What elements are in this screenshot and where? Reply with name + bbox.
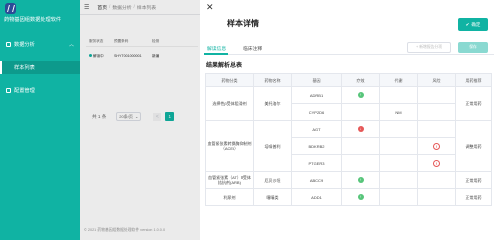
config-icon xyxy=(6,88,11,93)
table-header-row: 药物分类 药物名称 基因 疗效 代谢 风险 用药推荐 xyxy=(205,73,492,87)
recommendation-cell: 正常用药 xyxy=(455,171,492,189)
gene-cell: AGT xyxy=(291,120,342,138)
drug-category-cell: 血管紧张素（AT）Ⅱ受体拮抗剂(ARB) xyxy=(205,171,254,189)
efficacy-cell xyxy=(341,137,380,155)
column-header: 风险 xyxy=(417,73,456,87)
decrease-icon: ↓ xyxy=(357,126,364,132)
metabolism-cell xyxy=(379,154,418,172)
sidebar-item-label: 配置管理 xyxy=(14,88,35,94)
drug-category-cell: 利尿剂 xyxy=(205,188,254,206)
close-icon[interactable]: ✕ xyxy=(206,2,214,12)
sidebar-item-data-analysis[interactable]: 数据分析 ︿ xyxy=(0,38,80,51)
efficacy-cell: ↑ xyxy=(341,171,380,189)
app-logo-icon xyxy=(5,3,16,14)
save-button[interactable]: 保存 xyxy=(458,42,488,53)
column-header: 代谢 xyxy=(379,73,418,87)
column-header: 用药推荐 xyxy=(455,73,492,87)
increase-icon: ↑ xyxy=(357,194,364,200)
drug-name-cell: 培哚普利 xyxy=(253,120,292,172)
table-row: 利尿剂 噻嗪类 ADD1 ↑ 正常用药 xyxy=(205,188,492,206)
data-analysis-icon xyxy=(6,42,11,47)
metabolism-cell: NM xyxy=(379,103,418,121)
risk-cell xyxy=(417,103,456,121)
gene-cell: ADD1 xyxy=(291,188,342,206)
risk-cell: ! xyxy=(417,154,456,172)
check-icon: ✔ xyxy=(465,21,470,27)
drawer-overlay[interactable] xyxy=(80,0,200,240)
metabolism-cell xyxy=(379,188,418,206)
drug-category-cell: 血管紧张素转换酶抑制剂（ACEI） xyxy=(205,120,254,172)
result-table: 药物分类 药物名称 基因 疗效 代谢 风险 用药推荐 选择性β受体阻滞剂 美托洛… xyxy=(205,73,492,206)
confirm-button[interactable]: ✔ 确定 xyxy=(458,18,488,31)
efficacy-cell: ↑ xyxy=(341,188,380,206)
metabolism-cell xyxy=(379,86,418,104)
efficacy-cell: ↓ xyxy=(341,120,380,138)
active-tab-indicator xyxy=(204,53,228,55)
risk-cell xyxy=(417,120,456,138)
drug-name-cell: 噻嗪类 xyxy=(253,188,292,206)
tab-clinical[interactable]: 临床注释 xyxy=(243,45,262,52)
efficacy-cell: ↑ xyxy=(341,86,380,104)
confirm-label: 确定 xyxy=(471,21,481,27)
table-row: 血管紧张素（AT）Ⅱ受体拮抗剂(ARB) 厄贝沙坦 ABCC9 ↑ 正常用药 xyxy=(205,171,492,189)
warning-icon: ! xyxy=(433,159,440,167)
drug-category-cell: 选择性β受体阻滞剂 xyxy=(205,86,254,121)
metabolism-cell xyxy=(379,120,418,138)
metabolism-cell xyxy=(379,171,418,189)
recommendation-cell: 正常用药 xyxy=(455,188,492,206)
table-row: 选择性β受体阻滞剂 美托洛尔 ADRB1 ↑ 正常用药 xyxy=(205,86,492,121)
gene-cell: BDKRB2 xyxy=(291,137,342,155)
add-report-item-button[interactable]: + 新增报告分项 xyxy=(407,42,451,53)
gene-cell: ABCC9 xyxy=(291,171,342,189)
column-header: 基因 xyxy=(291,73,342,87)
chevron-up-icon: ︿ xyxy=(68,42,74,48)
column-header: 药物分类 xyxy=(205,73,254,87)
efficacy-cell xyxy=(341,154,380,172)
sidebar-item-label: 样本列表 xyxy=(14,65,35,71)
sidebar-item-label: 数据分析 xyxy=(14,42,35,48)
section-title: 结果解析总表 xyxy=(206,63,243,69)
warning-icon: ! xyxy=(433,142,440,150)
efficacy-cell xyxy=(341,103,380,121)
drug-name-cell: 厄贝沙坦 xyxy=(253,171,292,189)
app-title: 药物基因组数据处理软件 xyxy=(4,17,62,23)
gene-cell: PTGER3 xyxy=(291,154,342,172)
gene-cell: ADRB1 xyxy=(291,86,342,104)
column-header: 药物名称 xyxy=(253,73,292,87)
increase-icon: ↑ xyxy=(357,92,364,98)
recommendation-cell: 调整用药 xyxy=(455,120,492,172)
column-header: 疗效 xyxy=(341,73,380,87)
table-row: 血管紧张素转换酶抑制剂（ACEI） 培哚普利 AGT ↓ 调整用药 xyxy=(205,120,492,172)
tab-results[interactable]: 解读信息 xyxy=(207,45,226,52)
sidebar-item-sample-list[interactable]: 样本列表 xyxy=(0,61,80,74)
recommendation-cell: 正常用药 xyxy=(455,86,492,121)
metabolism-cell xyxy=(379,137,418,155)
drawer-title: 样本详情 xyxy=(227,19,259,28)
drug-name-cell: 美托洛尔 xyxy=(253,86,292,121)
increase-icon: ↑ xyxy=(357,177,364,183)
sidebar: 药物基因组数据处理软件 数据分析 ︿ 样本列表 配置管理 xyxy=(0,0,80,240)
risk-cell xyxy=(417,171,456,189)
sidebar-item-config[interactable]: 配置管理 xyxy=(0,84,80,97)
risk-cell xyxy=(417,188,456,206)
risk-cell: ! xyxy=(417,137,456,155)
gene-cell: CYP2D6 xyxy=(291,103,342,121)
risk-cell xyxy=(417,86,456,104)
